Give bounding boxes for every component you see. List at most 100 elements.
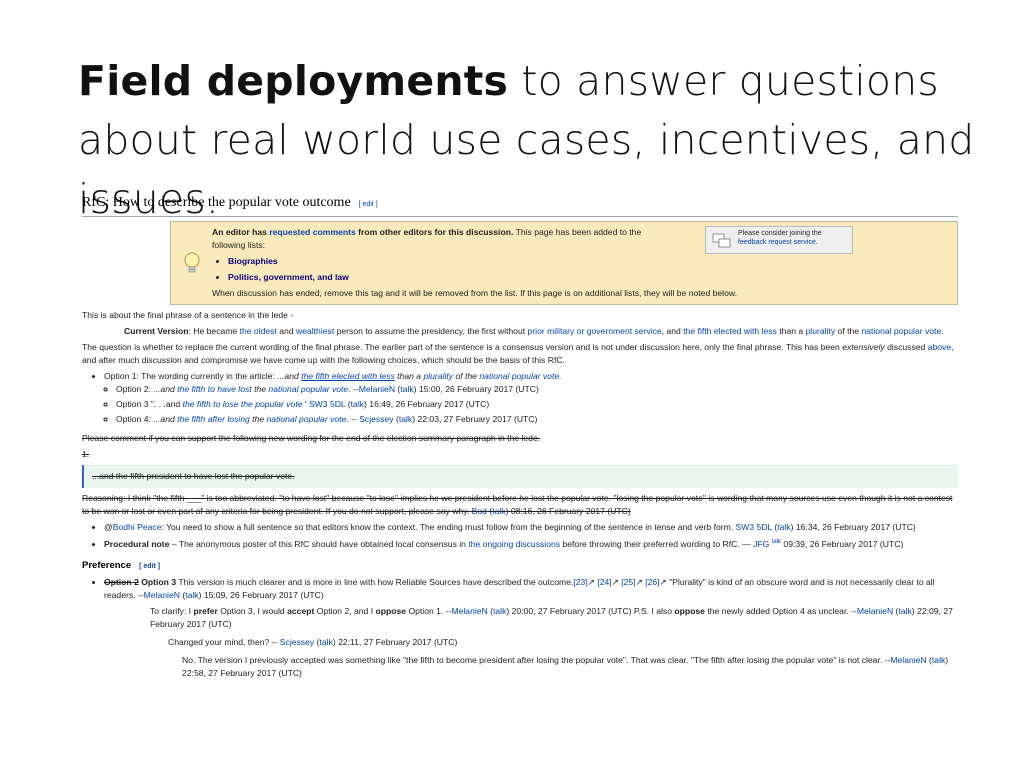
talk-link[interactable]: talk <box>492 506 505 516</box>
user-link-melanien[interactable]: MelanieN <box>857 606 893 616</box>
cv-t3: person to assume the presidency, the fir… <box>334 326 528 336</box>
option-4: Option 4: ...and the fifth after losing … <box>116 413 958 426</box>
user-link-scjessey[interactable]: Scjessey <box>280 637 314 647</box>
talk-link[interactable]: talk <box>185 590 198 600</box>
r1-g: the newly added Option 4 as unclear. -- <box>704 605 857 616</box>
ref-link[interactable]: [25] <box>621 577 635 587</box>
user-link-bod[interactable]: Bod <box>472 506 487 516</box>
p1-e: 15:09, 26 February 2017 (UTC) <box>201 589 324 600</box>
option-1: Option 1: The wording currently in the a… <box>104 370 958 426</box>
rfc-notice: An editor has requested comments from ot… <box>170 221 958 305</box>
r1-oppose-2: oppose <box>674 605 705 616</box>
user-link-melanien[interactable]: MelanieN <box>451 606 487 616</box>
feedback-end: . <box>815 239 818 246</box>
p1-a: This version is much clearer and is more… <box>176 576 574 587</box>
ref-link[interactable]: [24] <box>597 577 611 587</box>
politics-link[interactable]: Politics, government, and law <box>228 272 349 282</box>
r2-e: 22:11, 27 February 2017 (UTC) <box>335 636 458 647</box>
user-link-bodhi-peace[interactable]: Bodhi Peace <box>113 522 162 532</box>
n1-a: @ <box>104 522 113 532</box>
talk-link[interactable]: talk <box>351 399 364 409</box>
lightbulb-icon <box>184 252 200 273</box>
talk-link[interactable]: talk <box>777 522 790 532</box>
intro-text: This is about the final phrase of a sent… <box>82 310 294 320</box>
o4-link-npv[interactable]: national popular vote <box>267 414 347 424</box>
user-link-melanien[interactable]: MelanieN <box>144 590 180 600</box>
question-text: The question is whether to replace the c… <box>82 341 958 367</box>
user-link-sw3-5dl[interactable]: SW3 5DL <box>736 522 772 532</box>
talk-link[interactable]: talk <box>319 637 332 647</box>
user-link-melanien[interactable]: MelanieN <box>359 384 395 394</box>
wiki-screenshot: RfC: How to describe the popular vote ou… <box>82 196 958 683</box>
user-link-melanien[interactable]: MelanieN <box>890 655 926 665</box>
fifth-elected-link[interactable]: the fifth elected with less <box>683 326 777 336</box>
o2-c: the <box>251 384 269 394</box>
talk-link[interactable]: talk <box>772 539 781 545</box>
r1-accept: accept <box>287 605 315 616</box>
biographies-link[interactable]: Biographies <box>228 256 278 266</box>
preference-heading: Preference [ edit ] <box>82 559 958 573</box>
o1-link-fifth-elected[interactable]: the fifth elected with less <box>301 371 395 381</box>
o1-c: than a <box>394 371 424 381</box>
rfc-text: An editor has requested comments from ot… <box>212 226 737 300</box>
n1-e: 16:34, 26 February 2017 (UTC) <box>793 522 916 532</box>
r3-e: 22:58, 27 February 2017 (UTC) <box>182 667 302 678</box>
preference-edit-link[interactable]: [ edit ] <box>139 563 160 570</box>
user-link-scjessey[interactable]: Scjessey <box>359 414 393 424</box>
national-popular-vote-link[interactable]: national popular vote <box>861 326 941 336</box>
n1-b: : You need to show a full sentence so th… <box>161 522 736 532</box>
feedback-text: Please consider joining the <box>738 230 822 237</box>
ref-link[interactable]: [23] <box>573 577 587 587</box>
requested-comments-link[interactable]: requested comments <box>269 227 355 237</box>
reply-no: No. The version I previously accepted wa… <box>182 654 949 678</box>
speech-bubbles-icon <box>712 233 731 248</box>
note-procedural: Procedural note – The anonymous poster o… <box>104 536 958 551</box>
o2-link-have-lost[interactable]: the fifth to have lost <box>177 384 252 394</box>
oldest-link[interactable]: the oldest <box>240 326 277 336</box>
proposed-wording-quote: ...and the fifth president to have lost … <box>82 465 958 488</box>
r3-a: No. The version I previously accepted wa… <box>182 654 891 665</box>
r1-d: Option 2, and I <box>314 605 376 616</box>
o3-a: Option 3 ". . .and <box>116 399 183 409</box>
o3-link-lose-popular-vote[interactable]: the fifth to lose the popular vote <box>183 399 303 409</box>
r1-oppose: oppose <box>375 605 407 616</box>
r1-prefer: prefer <box>193 605 218 616</box>
user-link-jfg[interactable]: JFG <box>753 539 769 549</box>
struck-number: 1. <box>82 449 90 459</box>
o1-link-npv[interactable]: national popular vote <box>479 371 559 381</box>
feedback-box: Please consider joining the feedback req… <box>705 226 853 254</box>
section-edit-link[interactable]: [ edit ] <box>359 201 378 208</box>
user-link-sw3-5dl[interactable]: SW3 5DL <box>309 399 345 409</box>
above-link[interactable]: above <box>928 342 951 352</box>
n2-a: – The anonymous poster of this RfC shoul… <box>169 538 469 549</box>
o1-link-plurality[interactable]: plurality <box>423 371 453 381</box>
options-list: Option 1: The wording currently in the a… <box>82 370 958 426</box>
notes-list: @Bodhi Peace: You need to show a full se… <box>82 521 958 551</box>
cv-t6: of the <box>835 326 862 336</box>
struck-reasoning: Reasoning: I think "the fifth ___" is to… <box>82 493 953 516</box>
n2-e: 09:39, 26 February 2017 (UTC) <box>781 538 904 549</box>
talk-link[interactable]: talk <box>898 606 911 616</box>
feedback-link[interactable]: feedback request service <box>738 239 816 246</box>
plurality-link[interactable]: plurality <box>806 326 836 336</box>
talk-link[interactable]: talk <box>493 606 506 616</box>
wealthiest-link[interactable]: wealthiest <box>296 326 334 336</box>
option-3-label: Option 3 <box>141 576 177 587</box>
rfc-footer: When discussion has ended, remove this t… <box>212 288 737 298</box>
option-2: Option 2: ...and the fifth to have lost … <box>116 383 958 396</box>
talk-link[interactable]: talk <box>399 414 412 424</box>
o2-b: ...and <box>153 384 178 394</box>
r1-a: To clarify: I <box>150 605 194 616</box>
r1-f: 20:00, 27 February 2017 (UTC) P.S. I als… <box>509 605 675 616</box>
talk-link[interactable]: talk <box>400 384 413 394</box>
o4-d: . -- <box>346 414 360 424</box>
o2-link-npv[interactable]: national popular vote <box>268 384 348 394</box>
talk-link[interactable]: talk <box>932 655 945 665</box>
cv-t7: . <box>941 326 944 336</box>
military-service-link[interactable]: prior military or government service <box>528 326 662 336</box>
ongoing-discussions-link[interactable]: the ongoing discussions <box>468 539 560 549</box>
rfc-list: Biographies Politics, government, and la… <box>212 255 660 284</box>
ref-link[interactable]: [26] <box>645 577 659 587</box>
o4-link-fifth-after-losing[interactable]: the fifth after losing <box>177 414 250 424</box>
o4-c: the <box>249 414 267 424</box>
